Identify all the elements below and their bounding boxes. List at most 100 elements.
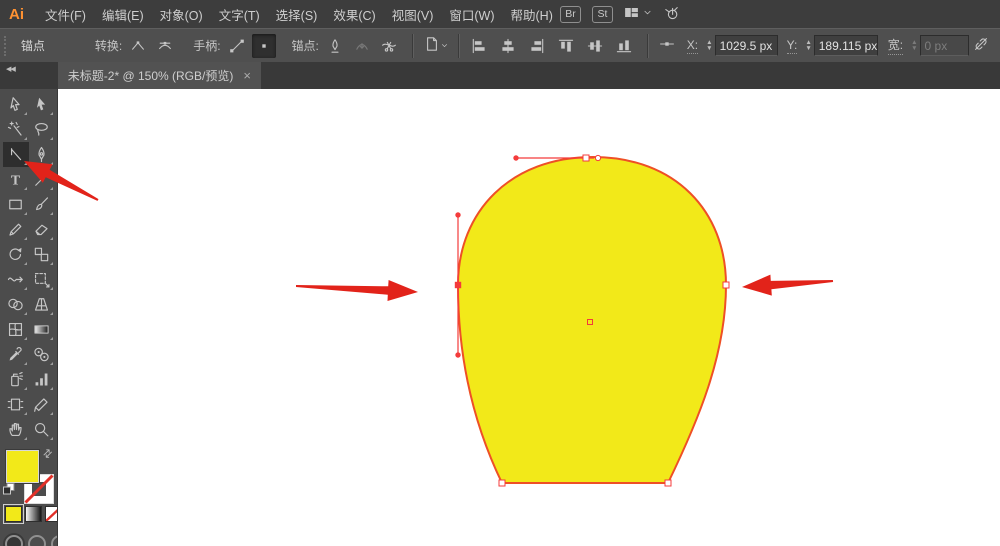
menu-item-5[interactable]: 效果(C)	[325, 5, 383, 24]
bridge-button[interactable]: Br	[560, 6, 581, 23]
draw-normal-button[interactable]	[5, 535, 23, 546]
menu-item-1[interactable]: 编辑(E)	[94, 5, 152, 24]
align-middle-v-button[interactable]	[583, 34, 607, 58]
canvas[interactable]	[57, 89, 1000, 546]
tool-slice[interactable]	[29, 392, 55, 417]
tool-width[interactable]	[3, 267, 29, 292]
flyout-corner-icon	[24, 262, 27, 265]
type-icon: T	[7, 171, 24, 188]
align-top-button[interactable]	[554, 34, 578, 58]
tool-type[interactable]: T	[3, 167, 29, 192]
tool-free-transform[interactable]	[29, 267, 55, 292]
color-mode-button[interactable]	[5, 506, 22, 522]
menu-item-4[interactable]: 选择(S)	[268, 5, 326, 24]
menu-items: 文件(F)编辑(E)对象(O)文字(T)选择(S)效果(C)视图(V)窗口(W)…	[37, 5, 561, 24]
tool-pencil[interactable]	[3, 217, 29, 242]
tool-zoom[interactable]	[29, 417, 55, 442]
gradient-mode-button[interactable]	[25, 506, 42, 522]
flyout-corner-icon	[50, 337, 53, 340]
tool-pen[interactable]	[29, 142, 55, 167]
tool-eraser[interactable]	[29, 217, 55, 242]
align-left-button[interactable]	[467, 34, 491, 58]
flyout-corner-icon	[24, 137, 27, 140]
tool-direct-selection[interactable]	[3, 92, 29, 117]
tool-column-graph[interactable]	[29, 367, 55, 392]
y-label: Y:	[787, 38, 798, 54]
tool-shape-builder[interactable]	[3, 292, 29, 317]
tool-paintbrush[interactable]	[29, 192, 55, 217]
tool-anchor-point[interactable]	[3, 142, 29, 167]
cut-path-icon	[381, 38, 397, 54]
document-setup-button[interactable]	[421, 34, 451, 58]
tool-magic-wand[interactable]	[3, 117, 29, 142]
tool-lasso[interactable]	[29, 117, 55, 142]
tool-line-segment[interactable]	[29, 167, 55, 192]
tab-close-icon[interactable]: ×	[243, 69, 251, 82]
menu-item-7[interactable]: 窗口(W)	[441, 5, 502, 24]
anchor-point-icon	[7, 146, 24, 163]
tool-artboard[interactable]	[3, 392, 29, 417]
menu-item-6[interactable]: 视图(V)	[384, 5, 442, 24]
x-input[interactable]: 1029.5 px	[715, 35, 778, 56]
flyout-corner-icon	[24, 162, 27, 165]
anchors-label: 锚点:	[292, 37, 319, 54]
y-stepper[interactable]: ▲▼	[805, 40, 811, 52]
link-dimensions-button[interactable]	[969, 34, 992, 58]
appbar-right: Br St	[560, 0, 680, 28]
tool-perspective-grid[interactable]	[29, 292, 55, 317]
tool-rotate[interactable]	[3, 242, 29, 267]
cut-path-button[interactable]	[377, 34, 401, 58]
fill-swatch[interactable]	[6, 450, 39, 483]
shape-builder-icon	[7, 296, 24, 313]
tool-symbol-sprayer[interactable]	[3, 367, 29, 392]
pencil-icon	[7, 221, 24, 238]
menu-item-2[interactable]: 对象(O)	[152, 5, 211, 24]
doc-setup-icon	[424, 36, 440, 52]
tool-selection[interactable]	[29, 92, 55, 117]
menu-item-8[interactable]: 帮助(H)	[503, 5, 561, 24]
none-mode-button[interactable]	[45, 506, 58, 522]
tool-blend[interactable]	[29, 342, 55, 367]
tool-eyedropper[interactable]	[3, 342, 29, 367]
default-swatches-icon[interactable]	[2, 482, 15, 500]
rotate-icon	[7, 246, 24, 263]
flyout-corner-icon	[24, 362, 27, 365]
selection-icon	[33, 96, 50, 113]
chevron-down-icon	[642, 7, 653, 18]
collapse-panel-icon[interactable]: ◀◀	[6, 65, 15, 73]
swap-fill-stroke-icon[interactable]: ⇄	[40, 446, 56, 462]
menu-item-0[interactable]: 文件(F)	[37, 5, 94, 24]
align-center-h-button[interactable]	[496, 34, 520, 58]
tool-scale[interactable]	[29, 242, 55, 267]
cs-live-icon[interactable]	[664, 5, 680, 24]
tool-rectangle[interactable]	[3, 192, 29, 217]
hide-handles-button[interactable]	[252, 34, 276, 58]
flyout-corner-icon	[50, 112, 53, 115]
tool-mesh[interactable]	[3, 317, 29, 342]
x-stepper[interactable]: ▲▼	[706, 40, 712, 52]
workspace-switcher[interactable]	[624, 5, 653, 23]
hand-icon	[7, 421, 24, 438]
y-input[interactable]: 189.115 px	[814, 35, 878, 56]
tool-grid: T	[0, 89, 57, 442]
style-button[interactable]: St	[592, 6, 613, 23]
separator	[412, 34, 414, 58]
draw-behind-button[interactable]	[28, 535, 46, 546]
lasso-icon	[33, 121, 50, 138]
align-right-button[interactable]	[525, 34, 549, 58]
width-label: 宽:	[888, 36, 903, 55]
convert-smooth-button[interactable]	[153, 34, 177, 58]
gradient-icon	[33, 321, 50, 338]
chevron-down-icon	[440, 39, 449, 53]
remove-anchor-button[interactable]	[323, 34, 347, 58]
convert-corner-button[interactable]	[126, 34, 150, 58]
tool-hand[interactable]	[3, 417, 29, 442]
menu-item-3[interactable]: 文字(T)	[211, 5, 268, 24]
isolate-button[interactable]	[656, 34, 679, 58]
tool-gradient[interactable]	[29, 317, 55, 342]
draw-inside-button[interactable]	[51, 535, 58, 546]
align-bottom-button[interactable]	[612, 34, 636, 58]
panel-grip[interactable]	[4, 36, 9, 56]
show-handles-button[interactable]	[225, 34, 249, 58]
document-tab[interactable]: 未标题-2* @ 150% (RGB/预览) ×	[58, 62, 261, 89]
